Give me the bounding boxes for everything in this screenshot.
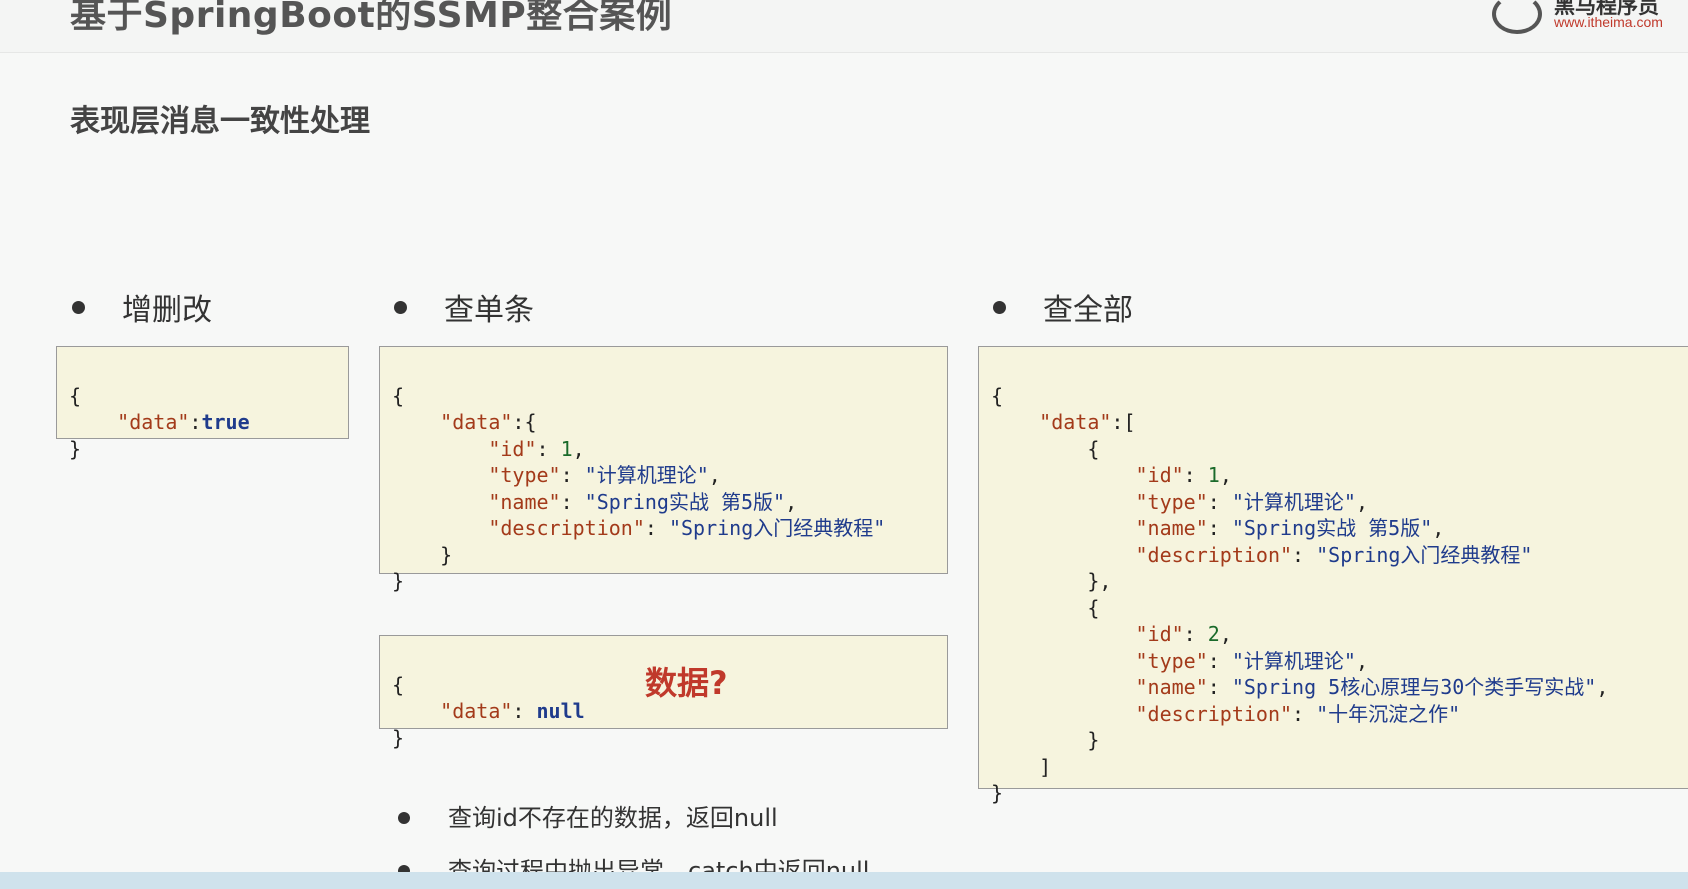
bullet-dot-icon <box>394 301 407 314</box>
bullet-dot-icon <box>993 301 1006 314</box>
slide-title: 基于SpringBoot的SSMP整合案例 <box>70 0 673 36</box>
section-label: 查单条 <box>444 293 534 328</box>
bullet-dot-icon <box>398 812 410 824</box>
annotation-data-question: 数据? <box>645 664 728 702</box>
code-block-get-all: { "data":[ { "id": 1, "type": "计算机理论", "… <box>978 346 1688 805</box>
logo-url: www.itheima.com <box>1554 14 1663 30</box>
logo-horse-icon <box>1492 0 1542 34</box>
note-text: 查询id不存在的数据，返回null <box>448 804 778 832</box>
footer-decoration <box>0 872 1688 889</box>
slide-header: 基于SpringBoot的SSMP整合案例 黑马程序员 www.itheima.… <box>0 0 1688 53</box>
section-label: 增删改 <box>122 293 212 328</box>
code-block-write: { "data":true} <box>56 346 349 461</box>
brand-logo: 黑马程序员 www.itheima.com <box>1492 0 1688 38</box>
code-block-get-one: { "data":{ "id": 1, "type": "计算机理论", "na… <box>379 346 948 593</box>
section-label: 查全部 <box>1043 293 1133 328</box>
section-subtitle: 表现层消息一致性处理 <box>70 104 370 139</box>
bullet-dot-icon <box>72 301 85 314</box>
